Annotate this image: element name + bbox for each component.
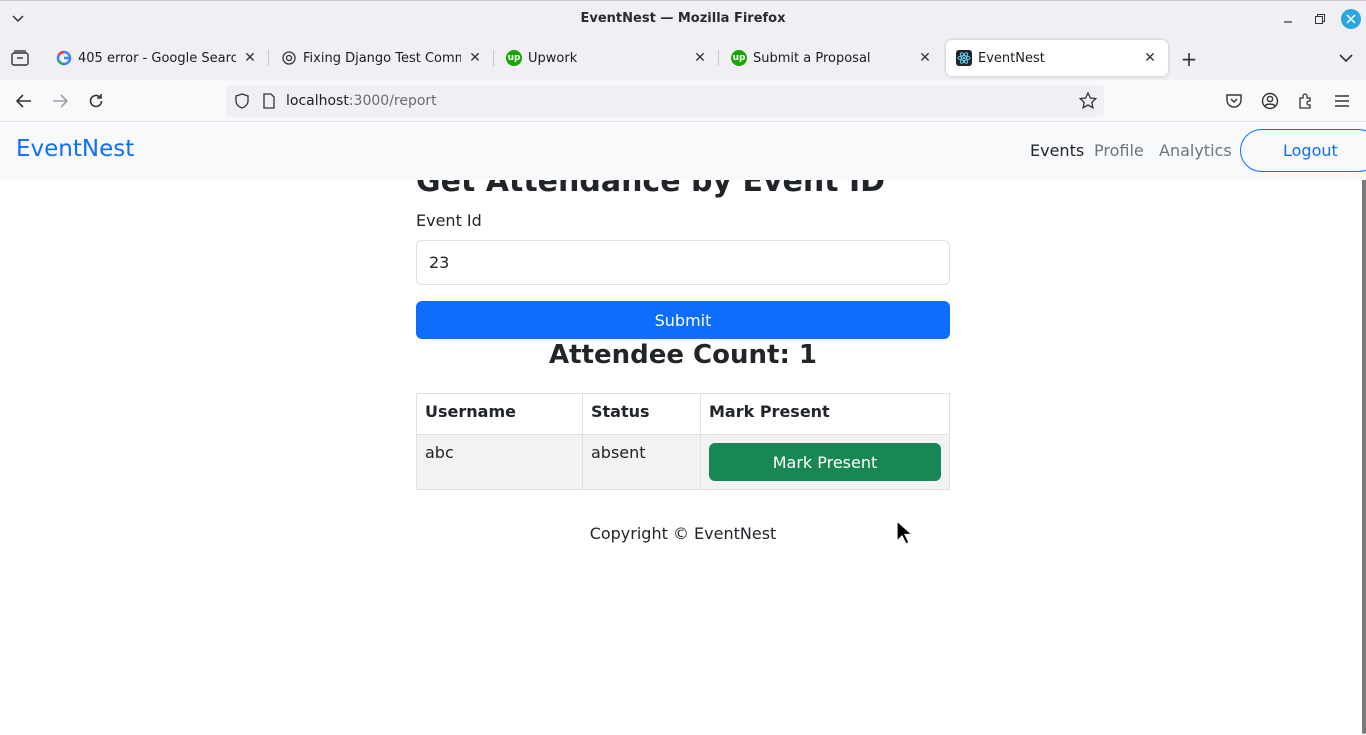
restore-button[interactable] <box>1310 9 1330 29</box>
brand-link[interactable]: EventNest <box>16 136 134 162</box>
bookmark-star-icon[interactable] <box>1078 91 1098 111</box>
url-text: localhost:3000/report <box>286 93 437 109</box>
tab-upwork[interactable]: up Upwork ✕ <box>496 40 719 76</box>
table-row: abc absent Mark Present <box>416 434 950 490</box>
tab-bar: 405 error - Google Search ✕ Fixing Djang… <box>0 36 1366 80</box>
page-content: EventNest Events Profile Analytics Logou… <box>0 122 1366 735</box>
status-cell: absent <box>582 434 701 490</box>
tab-label: EventNest <box>978 50 1045 66</box>
nav-analytics-link[interactable]: Analytics <box>1159 141 1232 160</box>
event-id-input[interactable]: 23 <box>416 240 950 285</box>
tab-label: Upwork <box>528 50 578 66</box>
page-icon[interactable] <box>262 93 276 109</box>
username-cell: abc <box>416 434 583 490</box>
menu-icon[interactable] <box>1331 90 1353 112</box>
event-id-label: Event Id <box>416 211 482 230</box>
firefox-view-icon[interactable] <box>8 46 32 70</box>
tab-google-search[interactable]: 405 error - Google Search ✕ <box>46 40 269 76</box>
mouse-cursor-icon <box>896 520 914 545</box>
back-icon[interactable] <box>12 89 36 113</box>
submit-button[interactable]: Submit <box>416 301 950 339</box>
nav-profile-link[interactable]: Profile <box>1094 141 1144 160</box>
react-icon <box>956 50 972 66</box>
list-all-tabs-icon[interactable] <box>1336 48 1356 68</box>
tab-label: Submit a Proposal <box>753 50 871 66</box>
pocket-icon[interactable] <box>1223 90 1245 112</box>
column-header-status: Status <box>582 393 701 435</box>
app-navbar: EventNest Events Profile Analytics Logou… <box>0 122 1366 180</box>
tab-label: 405 error - Google Search <box>78 50 236 66</box>
tab-eventnest[interactable]: EventNest ✕ <box>946 40 1168 76</box>
close-tab-icon[interactable]: ✕ <box>692 50 708 66</box>
close-tab-icon[interactable]: ✕ <box>242 50 258 66</box>
table-header-row: Username Status Mark Present <box>416 393 950 435</box>
mark-present-button[interactable]: Mark Present <box>709 443 941 481</box>
upwork-icon: up <box>506 50 522 66</box>
window-title: EventNest — Mozilla Firefox <box>580 11 786 26</box>
reload-icon[interactable] <box>84 89 108 113</box>
column-header-username: Username <box>416 393 583 435</box>
extensions-icon[interactable] <box>1295 90 1317 112</box>
close-tab-icon[interactable]: ✕ <box>917 50 933 66</box>
upwork-icon: up <box>731 50 747 66</box>
minimize-button[interactable] <box>1278 9 1298 29</box>
tab-fixing-django[interactable]: Fixing Django Test Comman ✕ <box>271 40 494 76</box>
shield-icon[interactable] <box>234 93 250 109</box>
close-tab-icon[interactable]: ✕ <box>1142 50 1158 66</box>
address-bar[interactable]: localhost:3000/report <box>226 85 1104 117</box>
close-tab-icon[interactable]: ✕ <box>467 50 483 66</box>
page-scrollbar[interactable] <box>1362 174 1366 734</box>
tab-label: Fixing Django Test Comman <box>303 50 461 66</box>
window-titlebar: EventNest — Mozilla Firefox <box>0 0 1366 36</box>
google-icon <box>56 50 72 66</box>
openai-icon <box>281 50 297 66</box>
action-cell: Mark Present <box>700 434 950 490</box>
column-header-mark-present: Mark Present <box>700 393 950 435</box>
browser-toolbar: localhost:3000/report <box>0 80 1366 122</box>
attendance-table: Username Status Mark Present abc absent … <box>416 393 950 490</box>
new-tab-icon[interactable]: + <box>1178 47 1200 71</box>
attendee-count: Attendee Count: 1 <box>549 340 817 370</box>
close-window-button[interactable] <box>1341 9 1361 29</box>
logout-button[interactable]: Logout <box>1240 129 1366 172</box>
footer-copyright: Copyright © EventNest <box>589 524 777 543</box>
tab-submit-proposal[interactable]: up Submit a Proposal ✕ <box>721 40 943 76</box>
forward-icon[interactable] <box>48 89 72 113</box>
account-icon[interactable] <box>1259 90 1281 112</box>
nav-events-link[interactable]: Events <box>1030 141 1084 160</box>
